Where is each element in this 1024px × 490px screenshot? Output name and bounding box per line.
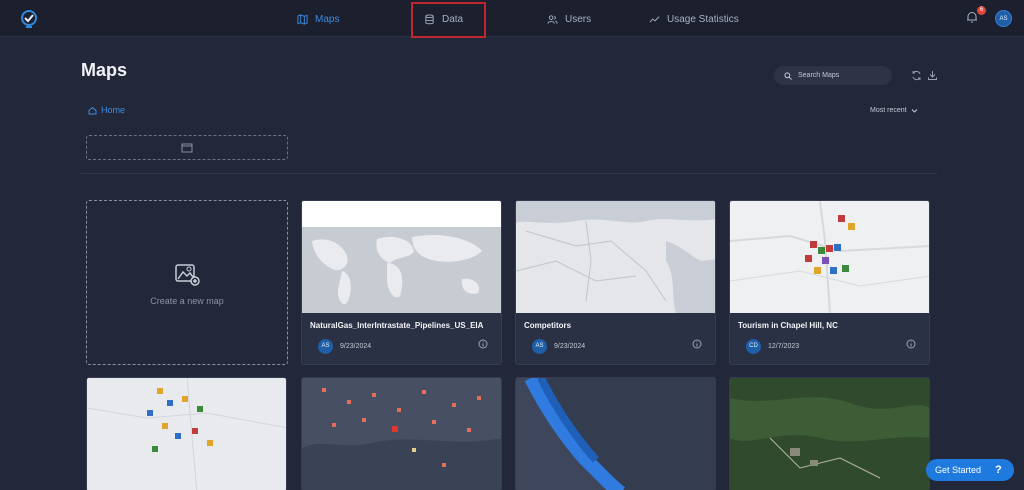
map-card-title: Competitors	[524, 321, 572, 330]
map-card[interactable]: Tourism in Chapel Hill, NC CD 12/7/2023	[729, 200, 930, 365]
info-icon[interactable]	[906, 339, 916, 349]
info-icon[interactable]	[478, 339, 488, 349]
app-logo-icon[interactable]	[18, 8, 40, 30]
create-map-label: Create a new map	[150, 295, 224, 306]
search-input[interactable]: Search Maps	[774, 66, 892, 85]
add-map-icon	[175, 263, 200, 286]
map-card-title: NaturalGas_InterIntrastate_Pipelines_US_…	[310, 321, 484, 330]
sort-dropdown[interactable]: Most recent	[870, 107, 918, 114]
breadcrumb-home[interactable]: Home	[88, 105, 125, 115]
map-card[interactable]	[515, 377, 716, 490]
owner-avatar: CD	[746, 339, 761, 354]
get-started-button[interactable]: Get Started ?	[926, 459, 1014, 481]
map-card[interactable]: Competitors AS 9/23/2024	[515, 200, 716, 365]
map-thumbnail	[87, 378, 286, 490]
map-thumbnail	[730, 378, 929, 490]
map-thumbnail	[516, 378, 715, 490]
highlight-rectangle	[411, 2, 486, 38]
map-thumbnail	[730, 201, 929, 313]
info-icon[interactable]	[692, 339, 702, 349]
sort-label: Most recent	[870, 107, 907, 114]
map-thumbnail	[302, 378, 501, 490]
section-divider	[81, 173, 937, 174]
search-placeholder: Search Maps	[798, 72, 840, 79]
home-icon	[88, 106, 97, 114]
nav-item-usage-statistics[interactable]: Usage Statistics	[649, 10, 739, 28]
page-title: Maps	[81, 60, 128, 80]
create-map-card[interactable]: Create a new map	[86, 200, 288, 365]
map-card[interactable]: NaturalGas_InterIntrastate_Pipelines_US_…	[301, 200, 502, 365]
map-thumbnail	[302, 201, 501, 313]
owner-avatar: AS	[318, 339, 333, 354]
map-card-date: 12/7/2023	[768, 343, 800, 350]
get-started-label: Get Started	[935, 465, 982, 475]
search-icon	[784, 71, 792, 80]
chart-line-icon	[649, 15, 660, 23]
users-icon	[547, 14, 558, 24]
map-thumbnail	[516, 201, 715, 313]
map-card-date: 9/23/2024	[554, 343, 586, 350]
folder-icon	[181, 143, 193, 153]
nav-item-users[interactable]: Users	[547, 10, 591, 28]
download-icon[interactable]	[927, 70, 938, 81]
map-card[interactable]	[729, 377, 930, 490]
map-card[interactable]	[86, 377, 287, 490]
notification-badge: 6	[977, 6, 986, 15]
top-navigation-bar: Maps Data Users Usage Statistics 6 AS	[0, 0, 1024, 38]
map-card-title: Tourism in Chapel Hill, NC	[738, 321, 838, 330]
help-icon: ?	[995, 464, 1002, 476]
nav-item-label: Maps	[315, 13, 340, 25]
breadcrumb-label: Home	[101, 105, 126, 115]
owner-avatar: AS	[532, 339, 547, 354]
map-icon	[297, 13, 308, 25]
nav-item-label: Users	[565, 13, 592, 25]
user-avatar[interactable]: AS	[995, 10, 1012, 27]
new-folder-dropzone[interactable]	[86, 135, 288, 160]
nav-item-label: Usage Statistics	[667, 13, 739, 25]
refresh-icon[interactable]	[911, 70, 922, 81]
nav-item-maps[interactable]: Maps	[297, 10, 339, 28]
map-card-date: 9/23/2024	[340, 343, 372, 350]
chevron-down-icon	[911, 109, 917, 113]
map-card[interactable]	[301, 377, 502, 490]
